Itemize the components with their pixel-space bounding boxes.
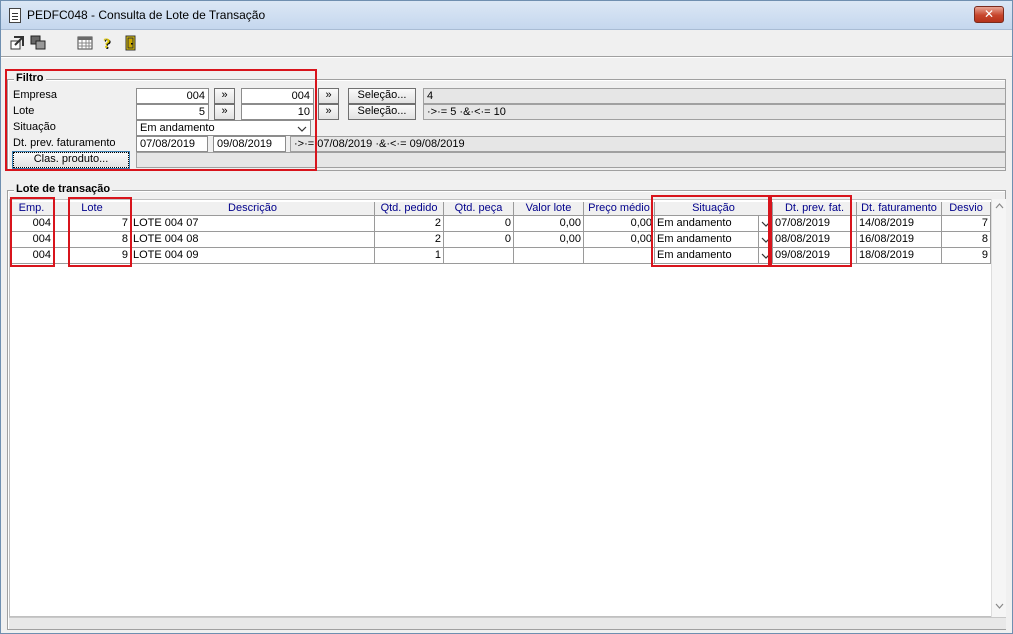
empresa-to-field[interactable]: 004 — [241, 88, 314, 104]
table-row-cell-preco-medio[interactable] — [584, 248, 655, 264]
chevron-down-icon[interactable] — [297, 125, 307, 133]
col-dt-prev-fat[interactable]: Dt. prev. fat. — [773, 202, 857, 216]
table-row-cell-qtd-pedido[interactable]: 1 — [375, 248, 444, 264]
table-row-cell-qtd-peca[interactable]: 0 — [444, 232, 514, 248]
col-valor-lote[interactable]: Valor lote — [514, 202, 584, 216]
toolbar: ? ? — [1, 31, 1012, 55]
col-lote[interactable]: Lote — [54, 202, 131, 216]
chevron-down-icon — [761, 237, 771, 243]
lote-from-field[interactable]: 5 — [136, 104, 209, 120]
clas-produto-button[interactable]: Clas. produto... — [12, 151, 130, 169]
dt-prev-label: Dt. prev. faturamento — [13, 137, 116, 149]
lote-label: Lote — [13, 105, 35, 117]
table-row-cell-dt-fat[interactable]: 16/08/2019 — [857, 232, 942, 248]
empresa-label: Empresa — [13, 89, 58, 101]
col-emp[interactable]: Emp. — [10, 202, 54, 216]
lote-summary: ·>·= 5 ·&·<·= 10 — [423, 104, 1006, 120]
window-title: PEDFC048 - Consulta de Lote de Transação — [27, 8, 266, 22]
table-row-cell-emp[interactable]: 004 — [10, 216, 54, 232]
lote-to-field[interactable]: 10 — [241, 104, 314, 120]
table-row-cell-dt-fat[interactable]: 18/08/2019 — [857, 248, 942, 264]
table-row-cell-descricao[interactable]: LOTE 004 07 — [131, 216, 375, 232]
col-desvio[interactable]: Desvio — [942, 202, 991, 216]
dt-to-field[interactable]: 09/08/2019 — [213, 136, 286, 152]
multi-window-icon[interactable] — [30, 35, 46, 51]
close-button[interactable]: ✕ — [974, 6, 1004, 23]
chevron-down-icon[interactable] — [995, 603, 1004, 609]
col-situacao[interactable]: Situação — [655, 202, 773, 216]
table-row-cell-dt-fat[interactable]: 14/08/2019 — [857, 216, 942, 232]
lote-group-title: Lote de transação — [14, 183, 113, 195]
table-row-cell-valor-lote[interactable]: 0,00 — [514, 216, 584, 232]
table-row-cell-dt-prev[interactable]: 08/08/2019 — [773, 232, 857, 248]
title-bar: PEDFC048 - Consulta de Lote de Transação… — [1, 1, 1012, 30]
filter-title: Filtro — [14, 72, 46, 84]
empresa-copy-button[interactable]: » — [214, 88, 235, 104]
col-qtd-pedido[interactable]: Qtd. pedido — [375, 202, 444, 216]
main-window: PEDFC048 - Consulta de Lote de Transação… — [0, 0, 1013, 634]
chevron-down-icon — [761, 221, 771, 227]
calculator-icon[interactable] — [77, 35, 93, 51]
situacao-label: Situação — [13, 121, 56, 133]
table-row-cell-emp[interactable]: 004 — [10, 248, 54, 264]
clas-produto-summary — [136, 152, 1006, 168]
table-row-cell-lote[interactable]: 7 — [54, 216, 131, 232]
empresa-summary: 4 — [423, 88, 1006, 104]
table-row-cell-qtd-peca[interactable]: 0 — [444, 216, 514, 232]
table-row-cell-preco-medio[interactable]: 0,00 — [584, 216, 655, 232]
export-icon[interactable] — [9, 35, 25, 51]
situacao-dropdown-button[interactable] — [759, 232, 773, 248]
help-icon[interactable]: ? ? — [100, 35, 116, 51]
lote-copy-button[interactable]: » — [214, 104, 235, 120]
col-qtd-peca[interactable]: Qtd. peça — [444, 202, 514, 216]
col-descricao[interactable]: Descrição — [131, 202, 375, 216]
table-row-cell-desvio[interactable]: 9 — [942, 248, 991, 264]
table-row-cell-desvio[interactable]: 8 — [942, 232, 991, 248]
toolbar-separator — [1, 56, 1012, 58]
table-row-cell-preco-medio[interactable]: 0,00 — [584, 232, 655, 248]
document-icon — [9, 8, 21, 23]
chevron-down-icon — [761, 253, 771, 259]
situacao-select-value: Em andamento — [140, 122, 215, 134]
table-row-cell-lote[interactable]: 8 — [54, 232, 131, 248]
table-row-cell-situacao[interactable]: Em andamento — [655, 216, 759, 232]
col-preco-medio[interactable]: Preço médio — [584, 202, 655, 216]
table-row-cell-qtd-pedido[interactable]: 2 — [375, 232, 444, 248]
table-row-cell-descricao[interactable]: LOTE 004 08 — [131, 232, 375, 248]
dt-summary: ·>·= 07/08/2019 ·&·<·= 09/08/2019 — [290, 136, 1006, 152]
situacao-dropdown-button[interactable] — [759, 216, 773, 232]
lote-expand-button[interactable]: » — [318, 104, 339, 120]
table-row-cell-descricao[interactable]: LOTE 004 09 — [131, 248, 375, 264]
table-row-cell-qtd-pedido[interactable]: 2 — [375, 216, 444, 232]
exit-door-icon[interactable] — [123, 35, 139, 51]
table-row-cell-valor-lote[interactable] — [514, 248, 584, 264]
svg-text:?: ? — [103, 36, 111, 51]
empresa-selecao-button[interactable]: Seleção... — [348, 88, 416, 104]
table-row-cell-lote[interactable]: 9 — [54, 248, 131, 264]
chevron-up-icon[interactable] — [995, 203, 1004, 209]
dt-from-field[interactable]: 07/08/2019 — [136, 136, 208, 152]
col-dt-faturamento[interactable]: Dt. faturamento — [857, 202, 942, 216]
table-row-cell-dt-prev[interactable]: 07/08/2019 — [773, 216, 857, 232]
table-row-cell-valor-lote[interactable]: 0,00 — [514, 232, 584, 248]
table-row-cell-situacao[interactable]: Em andamento — [655, 248, 759, 264]
vertical-scrollbar[interactable] — [991, 199, 1006, 617]
situacao-dropdown-button[interactable] — [759, 248, 773, 264]
table-row-cell-qtd-peca[interactable] — [444, 248, 514, 264]
horizontal-scrollbar[interactable] — [9, 617, 1006, 629]
table-row-cell-situacao[interactable]: Em andamento — [655, 232, 759, 248]
table-row-cell-desvio[interactable]: 7 — [942, 216, 991, 232]
empresa-expand-button[interactable]: » — [318, 88, 339, 104]
table-row-cell-dt-prev[interactable]: 09/08/2019 — [773, 248, 857, 264]
situacao-select[interactable]: Em andamento — [136, 120, 311, 136]
lote-selecao-button[interactable]: Seleção... — [348, 104, 416, 120]
table-row-cell-emp[interactable]: 004 — [10, 232, 54, 248]
empresa-from-field[interactable]: 004 — [136, 88, 209, 104]
